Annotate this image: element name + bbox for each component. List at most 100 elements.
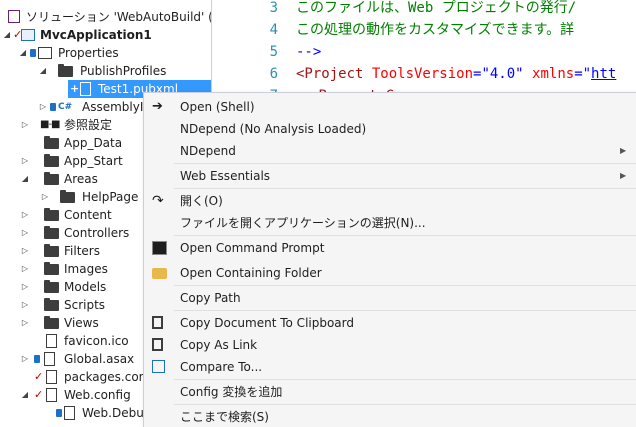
- config-file-icon: [46, 370, 57, 384]
- lock-icon: [56, 409, 62, 417]
- menu-item-copy-as-link[interactable]: Copy As Link: [144, 334, 636, 356]
- code-link[interactable]: htt: [591, 66, 616, 82]
- expand-arrow-icon[interactable]: ▷: [20, 206, 30, 224]
- tree-node-label: Web.config: [64, 388, 131, 402]
- menu-item-open-shell[interactable]: ➔ Open (Shell): [144, 96, 636, 118]
- menu-item-ndepend-no-analysis[interactable]: NDepend (No Analysis Loaded): [144, 118, 636, 140]
- submenu-arrow-icon: ▶: [620, 171, 627, 180]
- copy-link-icon: [152, 338, 163, 351]
- menu-item-open-with[interactable]: ファイルを開くアプリケーションの選択(N)...: [144, 212, 636, 234]
- expand-arrow-icon[interactable]: ▷: [20, 242, 30, 260]
- folder-icon: [44, 298, 59, 311]
- collapse-arrow-icon[interactable]: ◢: [20, 386, 30, 404]
- tree-node-label: HelpPage: [82, 190, 139, 204]
- expand-arrow-icon[interactable]: ▷: [40, 188, 50, 206]
- folder-icon: [44, 226, 59, 239]
- submenu-arrow-icon: ▶: [620, 146, 627, 155]
- tree-node-label: Properties: [58, 46, 119, 60]
- menu-item-label: NDepend (No Analysis Loaded): [180, 122, 367, 136]
- folder-icon: [60, 190, 75, 203]
- expand-arrow-icon[interactable]: ▷: [20, 116, 30, 134]
- code-text: この処理の動作をカスタマイズできます。詳: [296, 22, 575, 38]
- references-icon: ■-■: [40, 119, 60, 130]
- menu-separator: [174, 404, 636, 405]
- folder-icon: [44, 154, 59, 167]
- config-file-icon: [64, 406, 75, 420]
- menu-item-label: NDepend: [180, 144, 236, 158]
- folder-icon: [44, 262, 59, 275]
- folder-icon: [44, 316, 59, 329]
- context-menu[interactable]: ➔ Open (Shell) NDepend (No Analysis Load…: [143, 92, 636, 427]
- wrench-folder-icon: [38, 47, 52, 59]
- menu-item-label: Config 変換を追加: [180, 385, 283, 399]
- folder-icon: [44, 280, 59, 293]
- menu-item-copy-document[interactable]: Copy Document To Clipboard: [144, 312, 636, 334]
- tree-node-label: ソリューション 'WebAutoBuild' (2 プ: [26, 10, 211, 24]
- code-attr: ToolsVersion: [371, 66, 474, 82]
- menu-item-ndepend[interactable]: NDepend ▶: [144, 140, 636, 162]
- collapse-arrow-icon[interactable]: ◢: [20, 170, 30, 188]
- menu-item-label: ここまで検索(S): [180, 410, 269, 424]
- image-file-icon: [46, 334, 57, 348]
- line-number: 6: [269, 66, 278, 82]
- tree-node-label: Scripts: [64, 298, 106, 312]
- tree-node-label: Areas: [64, 172, 98, 186]
- tree-node-label: packages.con: [64, 370, 147, 384]
- expand-arrow-icon[interactable]: ▷: [20, 224, 30, 242]
- tree-node-label: Global.asax: [64, 352, 135, 366]
- expand-arrow-icon[interactable]: ▷: [20, 260, 30, 278]
- tree-node-label: favicon.ico: [64, 334, 129, 348]
- menu-item-label: Open Containing Folder: [180, 266, 322, 280]
- expand-arrow-icon[interactable]: ▷: [20, 278, 30, 296]
- code-text: このファイルは、Web プロジェクトの発行/: [296, 0, 577, 16]
- tree-node-properties[interactable]: ◢ Properties: [0, 44, 211, 62]
- menu-item-open-containing-folder[interactable]: Open Containing Folder: [144, 262, 636, 284]
- folder-icon: [44, 136, 59, 149]
- menu-separator: [174, 285, 636, 286]
- menu-separator: [174, 379, 636, 380]
- tree-node-project[interactable]: ◢ ✓ MvcApplication1: [0, 26, 211, 44]
- expand-arrow-icon[interactable]: ▷: [20, 296, 30, 314]
- collapse-arrow-icon[interactable]: ◢: [2, 26, 12, 44]
- menu-item-compare-to[interactable]: Compare To...: [144, 356, 636, 378]
- menu-item-add-config-transform[interactable]: Config 変換を追加: [144, 381, 636, 403]
- menu-item-label: Compare To...: [180, 360, 263, 374]
- menu-separator: [174, 163, 636, 164]
- code-text: <Project ToolsVersion="4.0" xmlns="htt: [296, 63, 616, 85]
- tree-node-label: Content: [64, 208, 112, 222]
- code-value: ="4.0": [473, 66, 533, 82]
- menu-item-copy-path[interactable]: Copy Path: [144, 287, 636, 309]
- menu-item-search-here[interactable]: ここまで検索(S): [144, 406, 636, 427]
- folder-icon: [44, 208, 59, 221]
- collapse-arrow-icon[interactable]: ◢: [38, 62, 48, 80]
- tree-node-label: App_Start: [64, 154, 123, 168]
- checked-out-icon: ✓: [34, 370, 44, 383]
- tree-node-label: MvcApplication1: [40, 28, 152, 42]
- tree-node-publishprofiles[interactable]: ◢ PublishProfiles: [0, 62, 211, 80]
- menu-item-label: Web Essentials: [180, 169, 271, 183]
- menu-item-label: Open (Shell): [180, 100, 255, 114]
- tree-node-label: Images: [64, 262, 108, 276]
- menu-item-label: 開く(O): [180, 194, 223, 208]
- menu-separator: [174, 188, 636, 189]
- menu-item-web-essentials[interactable]: Web Essentials ▶: [144, 165, 636, 187]
- expand-arrow-icon[interactable]: ▷: [20, 314, 30, 332]
- expand-arrow-icon[interactable]: ▷: [20, 350, 30, 368]
- menu-separator: [174, 235, 636, 236]
- collapse-arrow-icon[interactable]: ◢: [18, 44, 28, 62]
- config-file-icon: [46, 388, 57, 402]
- command-prompt-icon: [152, 241, 167, 255]
- menu-item-open[interactable]: ↷ 開く(O): [144, 190, 636, 212]
- menu-separator: [174, 310, 636, 311]
- menu-item-open-command-prompt[interactable]: Open Command Prompt: [144, 237, 636, 259]
- folder-icon: [44, 172, 59, 185]
- open-arrow-icon: ↷: [152, 193, 164, 209]
- tree-node-label: 参照設定: [64, 118, 113, 132]
- expand-arrow-icon[interactable]: ▷: [38, 98, 48, 116]
- checked-out-icon: ✓: [34, 388, 44, 401]
- line-number: 5: [269, 44, 278, 60]
- tree-node-solution[interactable]: ソリューション 'WebAutoBuild' (2 プ: [0, 8, 211, 26]
- menu-item-label: ファイルを開くアプリケーションの選択(N)...: [180, 216, 426, 230]
- menu-item-label: Open Command Prompt: [180, 241, 325, 255]
- expand-arrow-icon[interactable]: ▷: [20, 152, 30, 170]
